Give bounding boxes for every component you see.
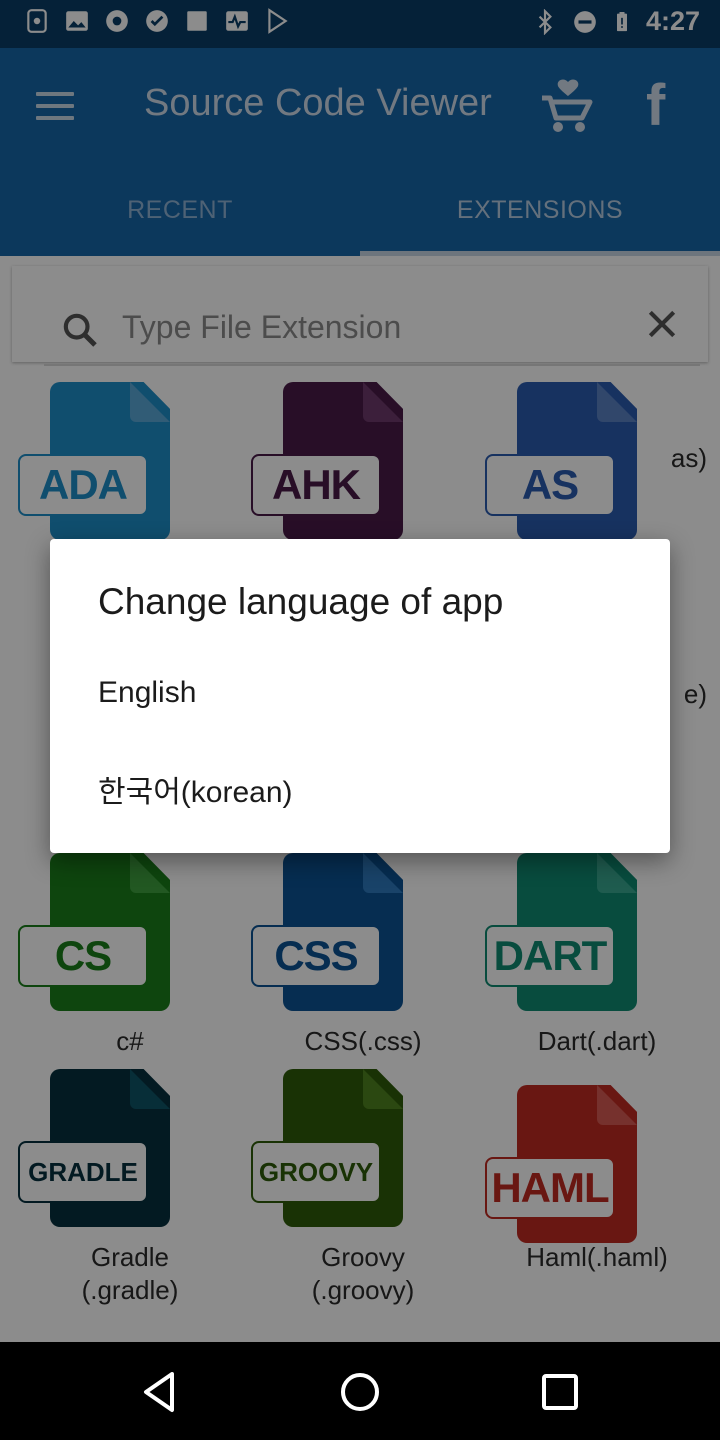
home-icon[interactable] — [336, 1368, 384, 1416]
dialog-title: Change language of app — [98, 581, 504, 622]
back-icon[interactable] — [136, 1368, 184, 1416]
language-option-korean[interactable]: 한국어(korean) — [50, 745, 670, 833]
navigation-bar — [0, 1342, 720, 1440]
recents-icon[interactable] — [536, 1368, 584, 1416]
language-dialog: Change language of app English 한국어(korea… — [50, 539, 670, 853]
language-option-english[interactable]: English — [50, 649, 670, 737]
